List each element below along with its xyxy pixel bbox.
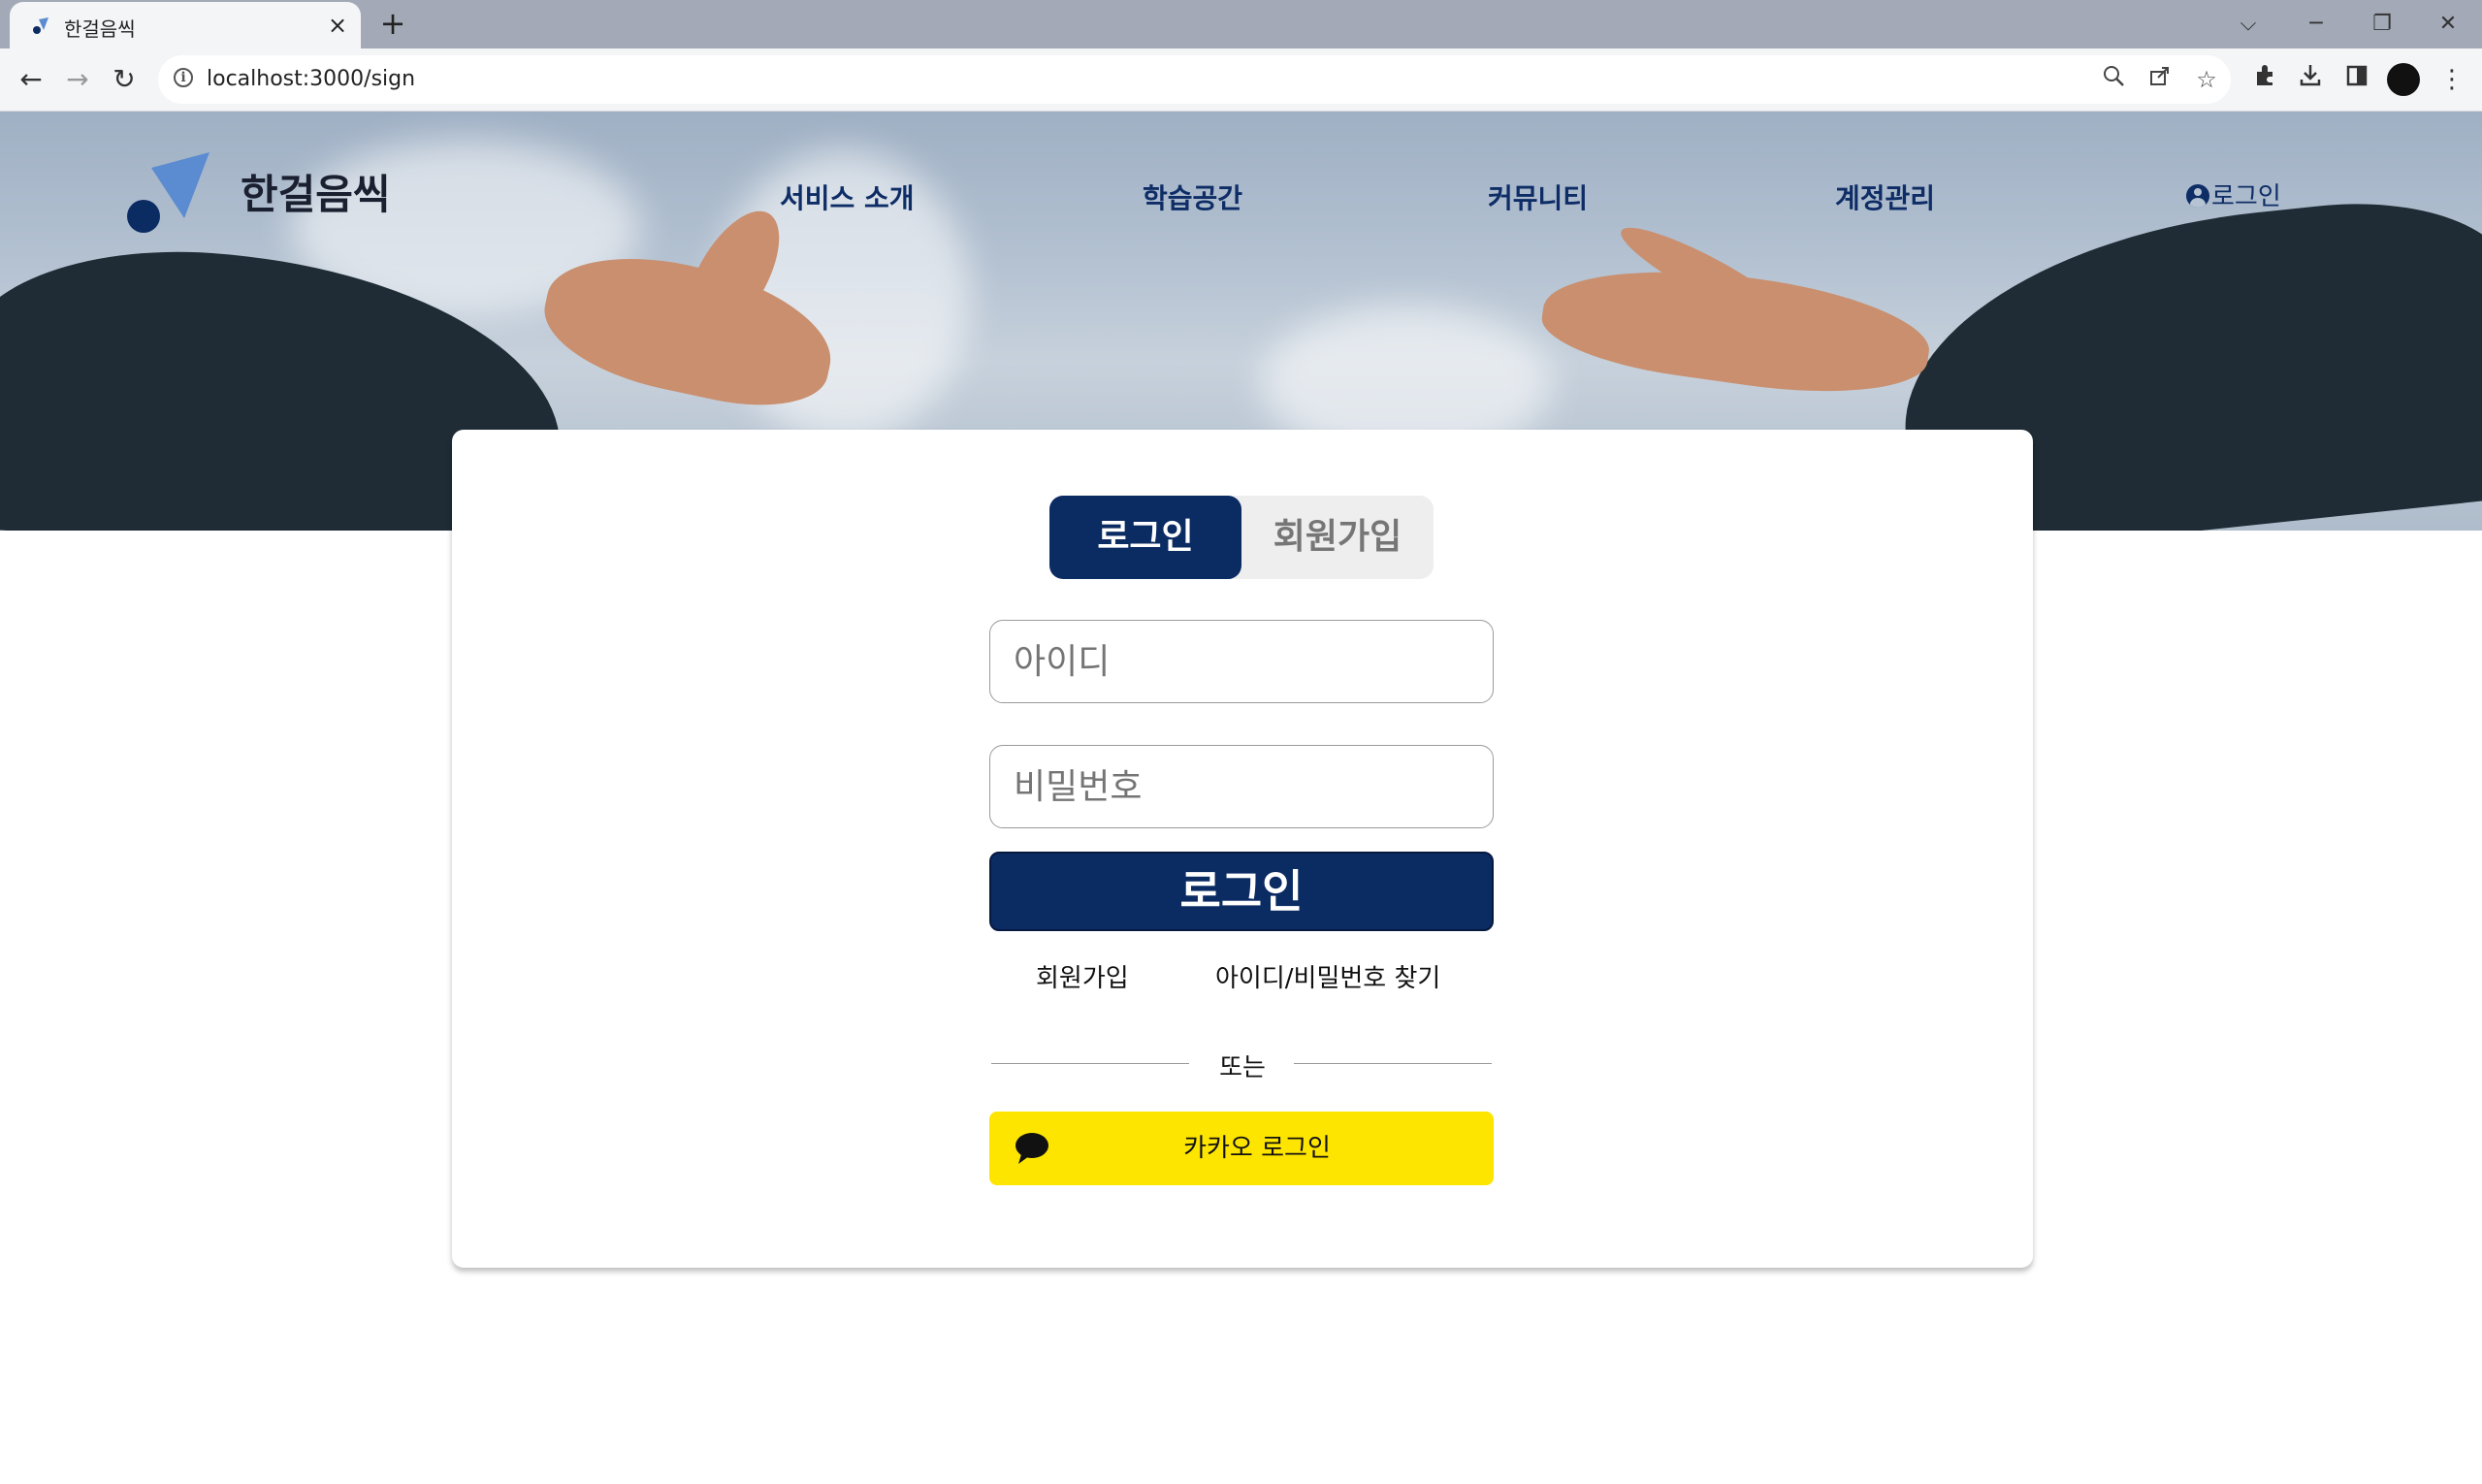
close-window-button[interactable]: ✕	[2429, 8, 2467, 41]
find-account-link[interactable]: 아이디/비밀번호 찾기	[1215, 958, 1440, 994]
browser-tabstrip: 한걸음씩 × + ⌵ ─ ❐ ✕	[0, 0, 2482, 48]
reload-button[interactable]: ↻	[105, 60, 144, 99]
back-button[interactable]: ←	[12, 60, 50, 99]
user-circle-icon	[2186, 184, 2209, 208]
restore-button[interactable]: ❐	[2363, 8, 2401, 41]
extensions-icon[interactable]	[2248, 62, 2283, 97]
auth-card: 로그인 회원가입 로그인 회원가입 아이디/비밀번호 찾기 또는 카카오 로그인	[452, 430, 2033, 1268]
tab-login[interactable]: 로그인	[1049, 496, 1241, 579]
divider-line-left	[991, 1063, 1189, 1064]
nav-item-community[interactable]: 커뮤니티	[1488, 177, 1588, 216]
header-login-link[interactable]: 로그인	[2186, 177, 2281, 212]
address-bar[interactable]: i localhost:3000/sign ☆	[158, 55, 2231, 104]
browser-tab[interactable]: 한걸음씩 ×	[10, 2, 361, 48]
sidepanel-icon[interactable]	[2339, 62, 2374, 97]
minimize-button[interactable]: ─	[2297, 8, 2336, 41]
auth-tab-toggle: 로그인 회원가입	[1049, 496, 1434, 579]
zoom-icon[interactable]	[2098, 64, 2129, 95]
header-login-label: 로그인	[2211, 182, 2281, 211]
id-input[interactable]	[989, 620, 1494, 703]
tab-search-icon[interactable]: ⌵	[2229, 8, 2268, 41]
url-text[interactable]: localhost:3000/sign	[207, 67, 415, 91]
menu-icon[interactable]: ⋮	[2434, 62, 2469, 97]
tab-signup[interactable]: 회원가입	[1241, 496, 1434, 579]
site-favicon-icon	[33, 17, 48, 34]
nav-item-study[interactable]: 학습공간	[1143, 177, 1242, 216]
divider-line-right	[1294, 1063, 1492, 1064]
logo-icon	[127, 152, 210, 233]
browser-toolbar: ← → ↻ i localhost:3000/sign ☆ ⋮	[0, 48, 2482, 112]
forward-button[interactable]: →	[58, 60, 97, 99]
share-icon[interactable]	[2144, 64, 2176, 95]
nav-item-service[interactable]: 서비스 소개	[780, 177, 915, 216]
close-tab-icon[interactable]: ×	[322, 10, 353, 41]
divider-text: 또는	[1219, 1053, 1266, 1082]
new-tab-button[interactable]: +	[376, 8, 409, 41]
tab-title: 한걸음씩	[64, 17, 136, 41]
password-input[interactable]	[989, 745, 1494, 828]
site-info-icon[interactable]: i	[174, 68, 193, 87]
star-icon[interactable]: ☆	[2191, 64, 2222, 95]
kakao-login-button[interactable]: 카카오 로그인	[989, 1112, 1494, 1185]
kakao-login-label: 카카오 로그인	[1183, 1134, 1331, 1163]
download-icon[interactable]	[2293, 62, 2328, 97]
login-button[interactable]: 로그인	[989, 852, 1494, 931]
profile-avatar[interactable]	[2387, 63, 2420, 96]
signup-link[interactable]: 회원가입	[1036, 958, 1129, 994]
logo-text[interactable]: 한걸음씩	[241, 162, 391, 221]
nav-item-account[interactable]: 계정관리	[1835, 177, 1935, 216]
